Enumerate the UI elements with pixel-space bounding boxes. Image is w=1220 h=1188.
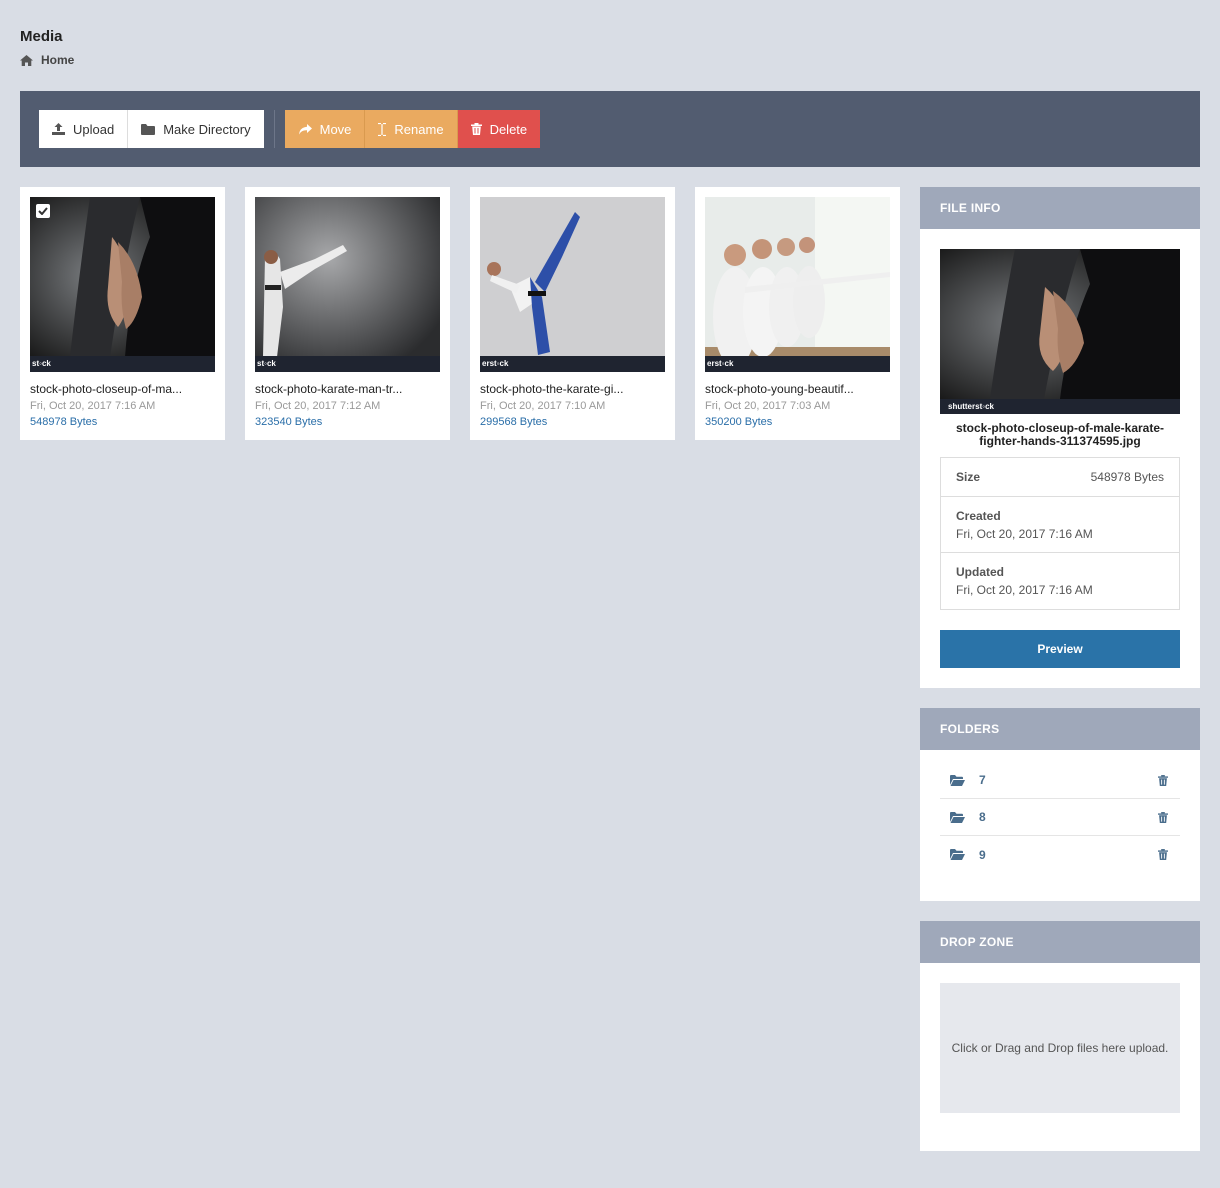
make-directory-button[interactable]: Make Directory xyxy=(128,110,264,148)
file-size: 299568 Bytes xyxy=(480,416,548,428)
breadcrumb[interactable]: Home xyxy=(20,53,74,67)
toolbar-divider xyxy=(273,110,275,148)
home-icon xyxy=(20,54,33,66)
file-info-heading: FILE INFO xyxy=(920,187,1200,229)
check-icon xyxy=(38,207,48,215)
folder-icon xyxy=(141,123,156,135)
file-name: stock-photo-young-beautif... xyxy=(705,382,854,396)
trash-icon[interactable] xyxy=(1158,774,1168,786)
size-label: Size xyxy=(956,470,981,484)
dropzone-heading: DROP ZONE xyxy=(920,921,1200,963)
file-thumbnail: st◦ck xyxy=(30,197,215,372)
file-date: Fri, Oct 20, 2017 7:10 AM xyxy=(480,400,606,412)
file-info-image: shutterst◦ck xyxy=(940,249,1180,414)
file-name: stock-photo-karate-man-tr... xyxy=(255,382,403,396)
file-info-filename: stock-photo-closeup-of-male-karate-fight… xyxy=(955,421,1165,448)
folder-open-icon xyxy=(950,849,965,860)
selected-checkbox[interactable] xyxy=(36,204,50,218)
file-name: stock-photo-the-karate-gi... xyxy=(480,382,624,396)
created-label: Created xyxy=(956,509,1001,523)
watermark-bar: shutterst◦ck xyxy=(940,399,1180,414)
upload-label: Upload xyxy=(73,121,115,137)
breadcrumb-home[interactable]: Home xyxy=(41,53,74,67)
file-actions-group: Upload Make Directory xyxy=(39,110,264,148)
text-cursor-icon xyxy=(378,122,387,136)
folder-item[interactable]: 7 xyxy=(940,762,1180,799)
updated-row: Updated Fri, Oct 20, 2017 7:16 AM xyxy=(941,553,1179,609)
watermark-bar: erst◦ck xyxy=(480,356,665,372)
rename-button[interactable]: Rename xyxy=(365,110,458,148)
upload-button[interactable]: Upload xyxy=(39,110,129,148)
watermark-bar: st◦ck xyxy=(30,356,215,372)
folder-name[interactable]: 9 xyxy=(979,848,1158,862)
move-button[interactable]: Move xyxy=(284,110,366,148)
move-label: Move xyxy=(319,121,352,137)
file-card[interactable]: erst◦ck stock-photo-the-karate-gi... Fri… xyxy=(470,187,675,440)
trash-icon[interactable] xyxy=(1158,849,1168,860)
file-thumbnail: st◦ck xyxy=(255,197,440,372)
file-size: 548978 Bytes xyxy=(30,416,98,428)
trash-icon[interactable] xyxy=(1158,811,1168,823)
file-card[interactable]: erst◦ck stock-photo-young-beautif... Fri… xyxy=(695,187,900,440)
folder-item[interactable]: 8 xyxy=(940,799,1180,836)
size-row: Size 548978 Bytes xyxy=(941,458,1179,497)
page-title: Media xyxy=(20,28,63,45)
folders-panel: FOLDERS 7 8 9 xyxy=(920,708,1200,901)
watermark-bar: st◦ck xyxy=(255,356,440,372)
file-size: 350200 Bytes xyxy=(705,416,773,428)
watermark-bar: erst◦ck xyxy=(705,356,890,372)
updated-label: Updated xyxy=(956,565,1004,579)
created-value: Fri, Oct 20, 2017 7:16 AM xyxy=(956,527,1093,541)
created-row: Created Fri, Oct 20, 2017 7:16 AM xyxy=(941,497,1179,553)
file-info-panel: FILE INFO shutterst◦ck stock-photo-close… xyxy=(920,187,1200,688)
file-size: 323540 Bytes xyxy=(255,416,323,428)
trash-icon xyxy=(470,123,482,135)
folder-open-icon xyxy=(950,774,965,786)
folder-open-icon xyxy=(950,811,965,823)
dropzone-panel: DROP ZONE Click or Drag and Drop files h… xyxy=(920,921,1200,1151)
make-directory-label: Make Directory xyxy=(163,121,251,137)
file-card[interactable]: st◦ck stock-photo-karate-man-tr... Fri, … xyxy=(245,187,450,440)
folder-name[interactable]: 8 xyxy=(979,810,1158,824)
edit-actions-group: Move Rename Delete xyxy=(284,110,541,148)
file-info-table: Size 548978 Bytes Created Fri, Oct 20, 2… xyxy=(940,457,1180,610)
file-date: Fri, Oct 20, 2017 7:16 AM xyxy=(30,400,156,412)
delete-button[interactable]: Delete xyxy=(457,110,541,148)
upload-icon xyxy=(52,123,65,135)
delete-label: Delete xyxy=(489,121,528,137)
dropzone-text: Click or Drag and Drop files here upload… xyxy=(951,1041,1169,1055)
folder-list: 7 8 9 xyxy=(920,750,1200,873)
folders-heading: FOLDERS xyxy=(920,708,1200,750)
rename-label: Rename xyxy=(394,121,444,137)
dropzone-area[interactable]: Click or Drag and Drop files here upload… xyxy=(940,983,1180,1113)
file-date: Fri, Oct 20, 2017 7:12 AM xyxy=(255,400,381,412)
file-name: stock-photo-closeup-of-ma... xyxy=(30,382,183,396)
preview-button[interactable]: Preview xyxy=(940,630,1180,668)
share-arrow-icon xyxy=(298,123,312,134)
page-header: Media Home xyxy=(20,28,74,67)
file-date: Fri, Oct 20, 2017 7:03 AM xyxy=(705,400,831,412)
size-value: 548978 Bytes xyxy=(1090,470,1164,484)
file-thumbnail: erst◦ck xyxy=(480,197,665,372)
file-card[interactable]: st◦ck stock-photo-closeup-of-ma... Fri, … xyxy=(20,187,225,440)
toolbar: Upload Make Directory Move Rename Delete xyxy=(20,91,1200,167)
updated-value: Fri, Oct 20, 2017 7:16 AM xyxy=(956,583,1093,597)
file-thumbnail: erst◦ck xyxy=(705,197,890,372)
folder-name[interactable]: 7 xyxy=(979,773,1158,787)
folder-item[interactable]: 9 xyxy=(940,836,1180,873)
